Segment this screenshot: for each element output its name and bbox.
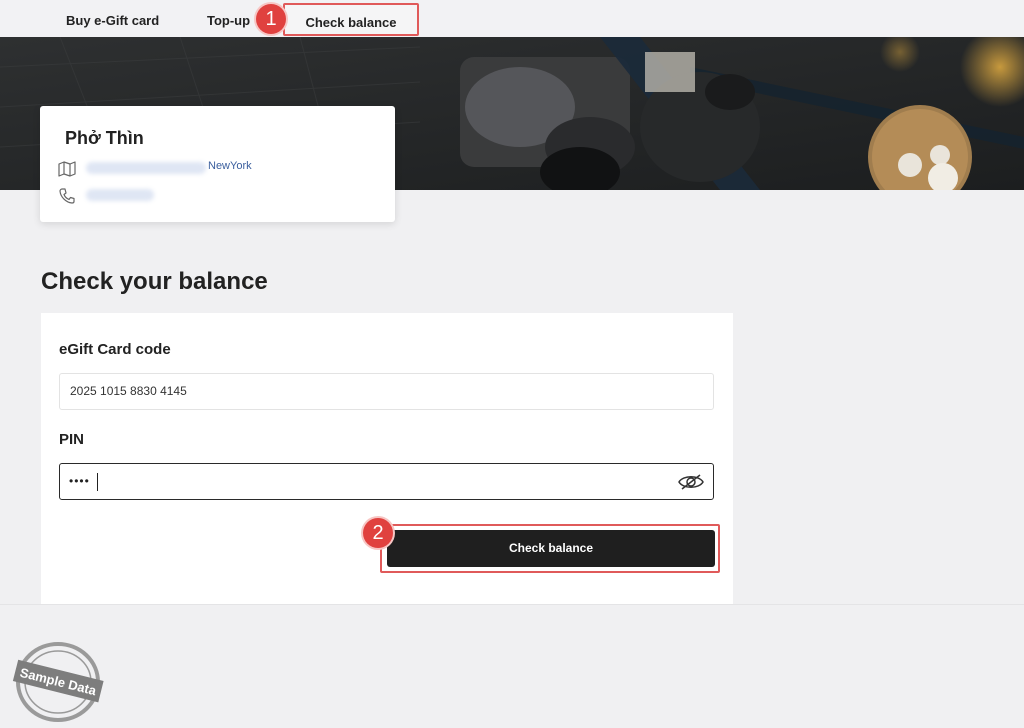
store-info-card: Phở Thìn NewYork xyxy=(40,106,395,222)
address-redacted xyxy=(86,162,206,174)
store-name: Phở Thìn xyxy=(65,128,144,148)
map-icon xyxy=(58,161,76,177)
tab-top-up[interactable]: Top-up xyxy=(207,0,250,37)
phone-icon xyxy=(59,188,75,204)
tab-buy-egift-card[interactable]: Buy e-Gift card xyxy=(66,0,159,37)
pin-masked-value: •••• xyxy=(69,474,90,488)
sample-data-watermark: Sample Data xyxy=(12,642,104,722)
text-caret xyxy=(97,473,98,491)
eye-off-icon[interactable] xyxy=(677,472,705,492)
tab-check-balance[interactable]: Check balance xyxy=(283,3,419,36)
footer-divider xyxy=(0,604,1024,605)
pin-input[interactable]: •••• xyxy=(59,463,714,500)
pin-label: PIN xyxy=(59,431,85,448)
balance-form-card: eGift Card code 2025 1015 8830 4145 PIN … xyxy=(41,313,733,604)
step-2-badge: 2 xyxy=(363,518,393,548)
check-balance-button[interactable]: Check balance xyxy=(387,530,715,567)
egift-code-input[interactable]: 2025 1015 8830 4145 xyxy=(59,373,714,410)
phone-redacted xyxy=(86,189,154,201)
page-title: Check your balance xyxy=(41,268,268,295)
check-balance-highlight: Check balance xyxy=(380,524,720,573)
step-1-badge: 1 xyxy=(256,4,286,34)
top-tab-bar: Buy e-Gift card Top-up Check balance 1 xyxy=(0,0,1024,37)
egift-code-label: eGift Card code xyxy=(59,341,171,358)
store-city: NewYork xyxy=(208,160,252,172)
